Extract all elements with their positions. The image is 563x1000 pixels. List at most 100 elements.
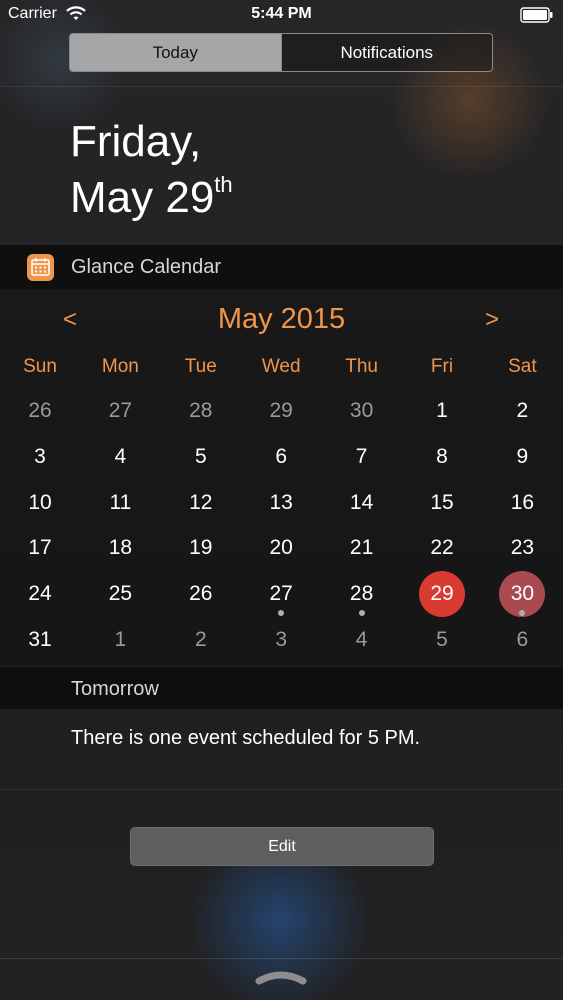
day-number: 9 [516,444,529,468]
day-number: 2 [516,399,529,422]
grabber-icon[interactable] [255,967,307,992]
date-weekday: Friday, [70,117,202,166]
date-ordinal-suffix: th [214,172,233,197]
calendar-day[interactable]: 4 [322,617,402,663]
calendar-day[interactable]: 26 [0,388,80,434]
day-number: 2 [194,628,207,651]
widget-header[interactable]: Glance Calendar [0,245,563,289]
day-number: 6 [275,444,288,468]
day-number: 18 [108,536,133,560]
day-number: 29 [430,582,454,606]
calendar-day[interactable]: 28 [322,571,402,617]
calendar-day[interactable]: 20 [241,525,321,571]
calendar-day[interactable]: 13 [241,480,321,526]
calendar-day[interactable]: 4 [80,434,160,480]
calendar-day[interactable]: 27 [80,388,160,434]
day-number: 7 [355,444,368,468]
widget-title: Glance Calendar [71,256,222,278]
calendar-day[interactable]: 10 [0,480,80,526]
calendar-day[interactable]: 30 [482,571,562,618]
day-number: 30 [510,582,535,606]
day-number: 13 [269,490,293,514]
calendar-day[interactable]: 14 [322,480,402,526]
edit-button[interactable]: Edit [130,827,434,866]
weekday-header: Sun [23,356,57,377]
tomorrow-label: Tomorrow [71,678,159,700]
calendar-day[interactable]: 18 [80,525,160,571]
day-number: 15 [430,490,454,514]
calendar-day[interactable]: 5 [402,617,482,663]
day-number: 8 [436,444,448,468]
calendar-day[interactable]: 28 [161,388,241,434]
calendar-day[interactable]: 19 [161,525,241,571]
day-number: 25 [108,582,133,606]
weekday-header: Sat [508,356,537,377]
calendar-day[interactable]: 3 [241,617,321,663]
battery-icon [520,7,554,28]
day-number: 27 [108,399,133,422]
day-number: 3 [275,628,288,651]
status-bar: Carrier 5:44 PM [0,0,563,30]
calendar-day[interactable]: 29 [241,388,321,434]
tab-notifications[interactable]: Notifications [280,34,492,71]
calendar-day[interactable]: 26 [161,571,241,617]
section-divider [0,789,563,790]
calendar-day[interactable]: 17 [0,525,80,571]
day-number: 3 [34,444,46,468]
next-month-button[interactable]: > [472,306,512,334]
calendar-day[interactable]: 22 [402,525,482,571]
calendar-day[interactable]: 24 [0,571,80,617]
calendar-day[interactable]: 7 [322,434,402,480]
calendar-day[interactable]: 5 [161,434,241,480]
tomorrow-header: Tomorrow [0,667,563,709]
day-number: 23 [510,536,535,560]
tab-today[interactable]: Today [70,34,281,71]
calendar-day[interactable]: 8 [402,434,482,480]
calendar-day[interactable]: 16 [482,480,562,526]
calendar-day[interactable]: 15 [402,480,482,526]
day-number: 22 [430,536,454,560]
weekday-header: Fri [430,356,454,377]
day-number: 28 [189,399,213,422]
calendar-icon [27,254,54,281]
day-number: 16 [510,490,535,514]
notification-center: Carrier 5:44 PM Today Notifications Frid… [0,0,563,1000]
day-number: 20 [269,536,293,560]
day-number: 31 [28,628,52,651]
day-number: 5 [194,444,207,468]
calendar-day[interactable]: 2 [161,617,241,663]
day-number: 26 [189,582,213,606]
calendar-day[interactable]: 29 [402,571,482,618]
event-dot [358,610,365,617]
day-number: 1 [114,628,127,651]
header-divider [0,86,563,87]
day-number: 28 [349,582,374,606]
day-number: 6 [516,628,529,651]
day-number: 27 [269,582,293,606]
calendar-day[interactable]: 12 [161,480,241,526]
weekday-header: Tue [184,356,217,377]
calendar-day[interactable]: 3 [0,434,80,480]
calendar-day[interactable]: 11 [80,480,160,526]
calendar-day[interactable]: 6 [241,434,321,480]
calendar-day[interactable]: 21 [322,525,402,571]
calendar-day[interactable]: 30 [322,388,402,434]
calendar-day[interactable]: 25 [80,571,160,617]
day-number: 30 [349,399,374,422]
calendar-day[interactable]: 6 [482,617,562,663]
calendar-day[interactable]: 9 [482,434,562,480]
calendar-day[interactable]: 27 [241,571,321,617]
day-number: 19 [189,536,213,560]
day-number: 26 [28,399,52,422]
calendar-day[interactable]: 23 [482,525,562,571]
calendar-day[interactable]: 1 [80,617,160,663]
day-number: 12 [189,490,213,514]
calendar-day[interactable]: 31 [0,617,80,663]
day-number: 21 [349,536,374,560]
view-segmented-control: Today Notifications [69,33,493,72]
month-calendar: < May 2015 > Sun Mon Tue Wed Thu Fri Sat 26 27 28… [0,289,563,666]
date-month-day: May 29 [70,173,215,222]
calendar-day[interactable]: 1 [402,388,482,434]
calendar-day[interactable]: 2 [482,388,562,434]
weekday-header: Thu [345,356,378,377]
